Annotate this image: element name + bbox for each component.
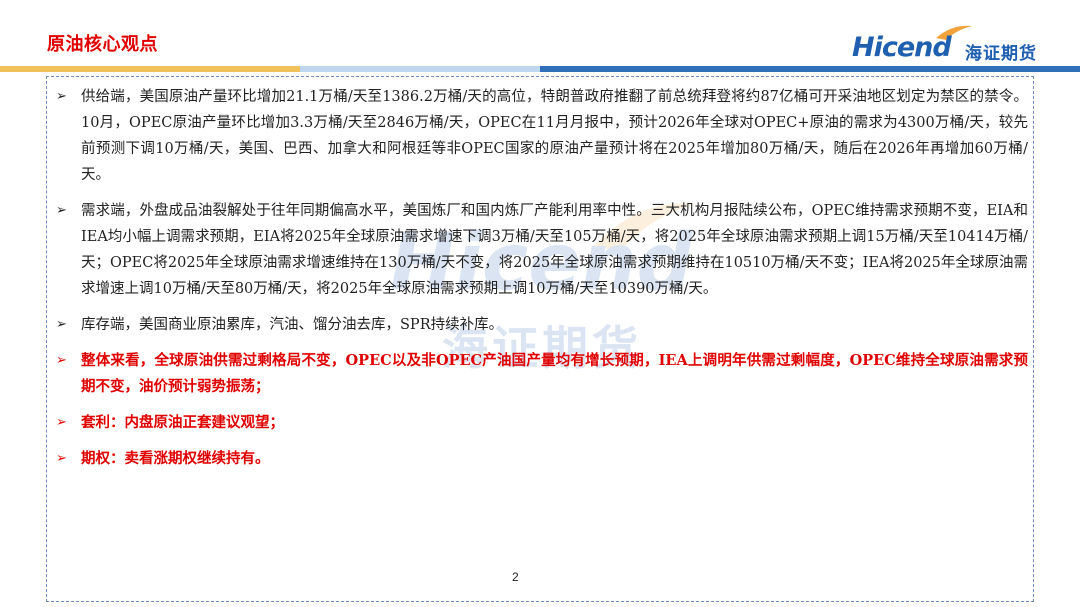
bullet-text: 套利：内盘原油正套建议观望； [81,414,284,431]
bullet-arrow-icon: ➢ [56,451,67,466]
divider-gold-segment [0,66,300,72]
bullet-arrow-icon: ➢ [56,353,67,368]
bullet-arrow-icon: ➢ [56,317,67,332]
bullet-arrow-icon: ➢ [56,415,67,430]
bullet-text: 需求端，外盘成品油裂解处于往年同期偏高水平，美国炼厂和国内炼厂产能利用率中性。三… [81,203,1028,297]
bullet-supply: ➢ 供给端，美国原油产量环比增加21.1万桶/天至1386.2万桶/天的高位，特… [56,84,1028,188]
bullet-text: 库存端，美国商业原油累库，汽油、馏分油去库，SPR持续补库。 [81,317,504,333]
logo-text-en: Hicend [852,32,952,63]
bullet-overall: ➢ 整体来看，全球原油供需过剩格局不变，OPEC以及非OPEC产油国产量均有增长… [56,348,1028,400]
bullet-arrow-icon: ➢ [56,89,67,104]
bullet-list: ➢ 供给端，美国原油产量环比增加21.1万桶/天至1386.2万桶/天的高位，特… [56,84,1028,482]
bullet-demand: ➢ 需求端，外盘成品油裂解处于往年同期偏高水平，美国炼厂和国内炼厂产能利用率中性… [56,198,1028,302]
company-logo: Hicend 海证期货 [852,22,1052,68]
bullet-arrow-icon: ➢ [56,203,67,218]
header-divider-bar [0,66,1080,72]
divider-blue-segment [540,66,1080,72]
page-title: 原油核心观点 [47,34,158,55]
divider-lightblue-segment [300,66,540,72]
bullet-text: 供给端，美国原油产量环比增加21.1万桶/天至1386.2万桶/天的高位，特朗普… [81,89,1028,183]
bullet-arbitrage: ➢ 套利：内盘原油正套建议观望； [56,410,1028,436]
logo-text-cn: 海证期货 [965,44,1037,64]
page-number: 2 [512,570,519,584]
slide: 原油核心观点 Hicend 海证期货 Hicend 海证期货 ➢ 供给端，美国原… [0,0,1080,607]
bullet-inventory: ➢ 库存端，美国商业原油累库，汽油、馏分油去库，SPR持续补库。 [56,312,1028,338]
bullet-text: 整体来看，全球原油供需过剩格局不变，OPEC以及非OPEC产油国产量均有增长预期… [81,352,1028,395]
bullet-text: 期权：卖看涨期权继续持有。 [81,450,270,467]
bullet-options: ➢ 期权：卖看涨期权继续持有。 [56,446,1028,472]
